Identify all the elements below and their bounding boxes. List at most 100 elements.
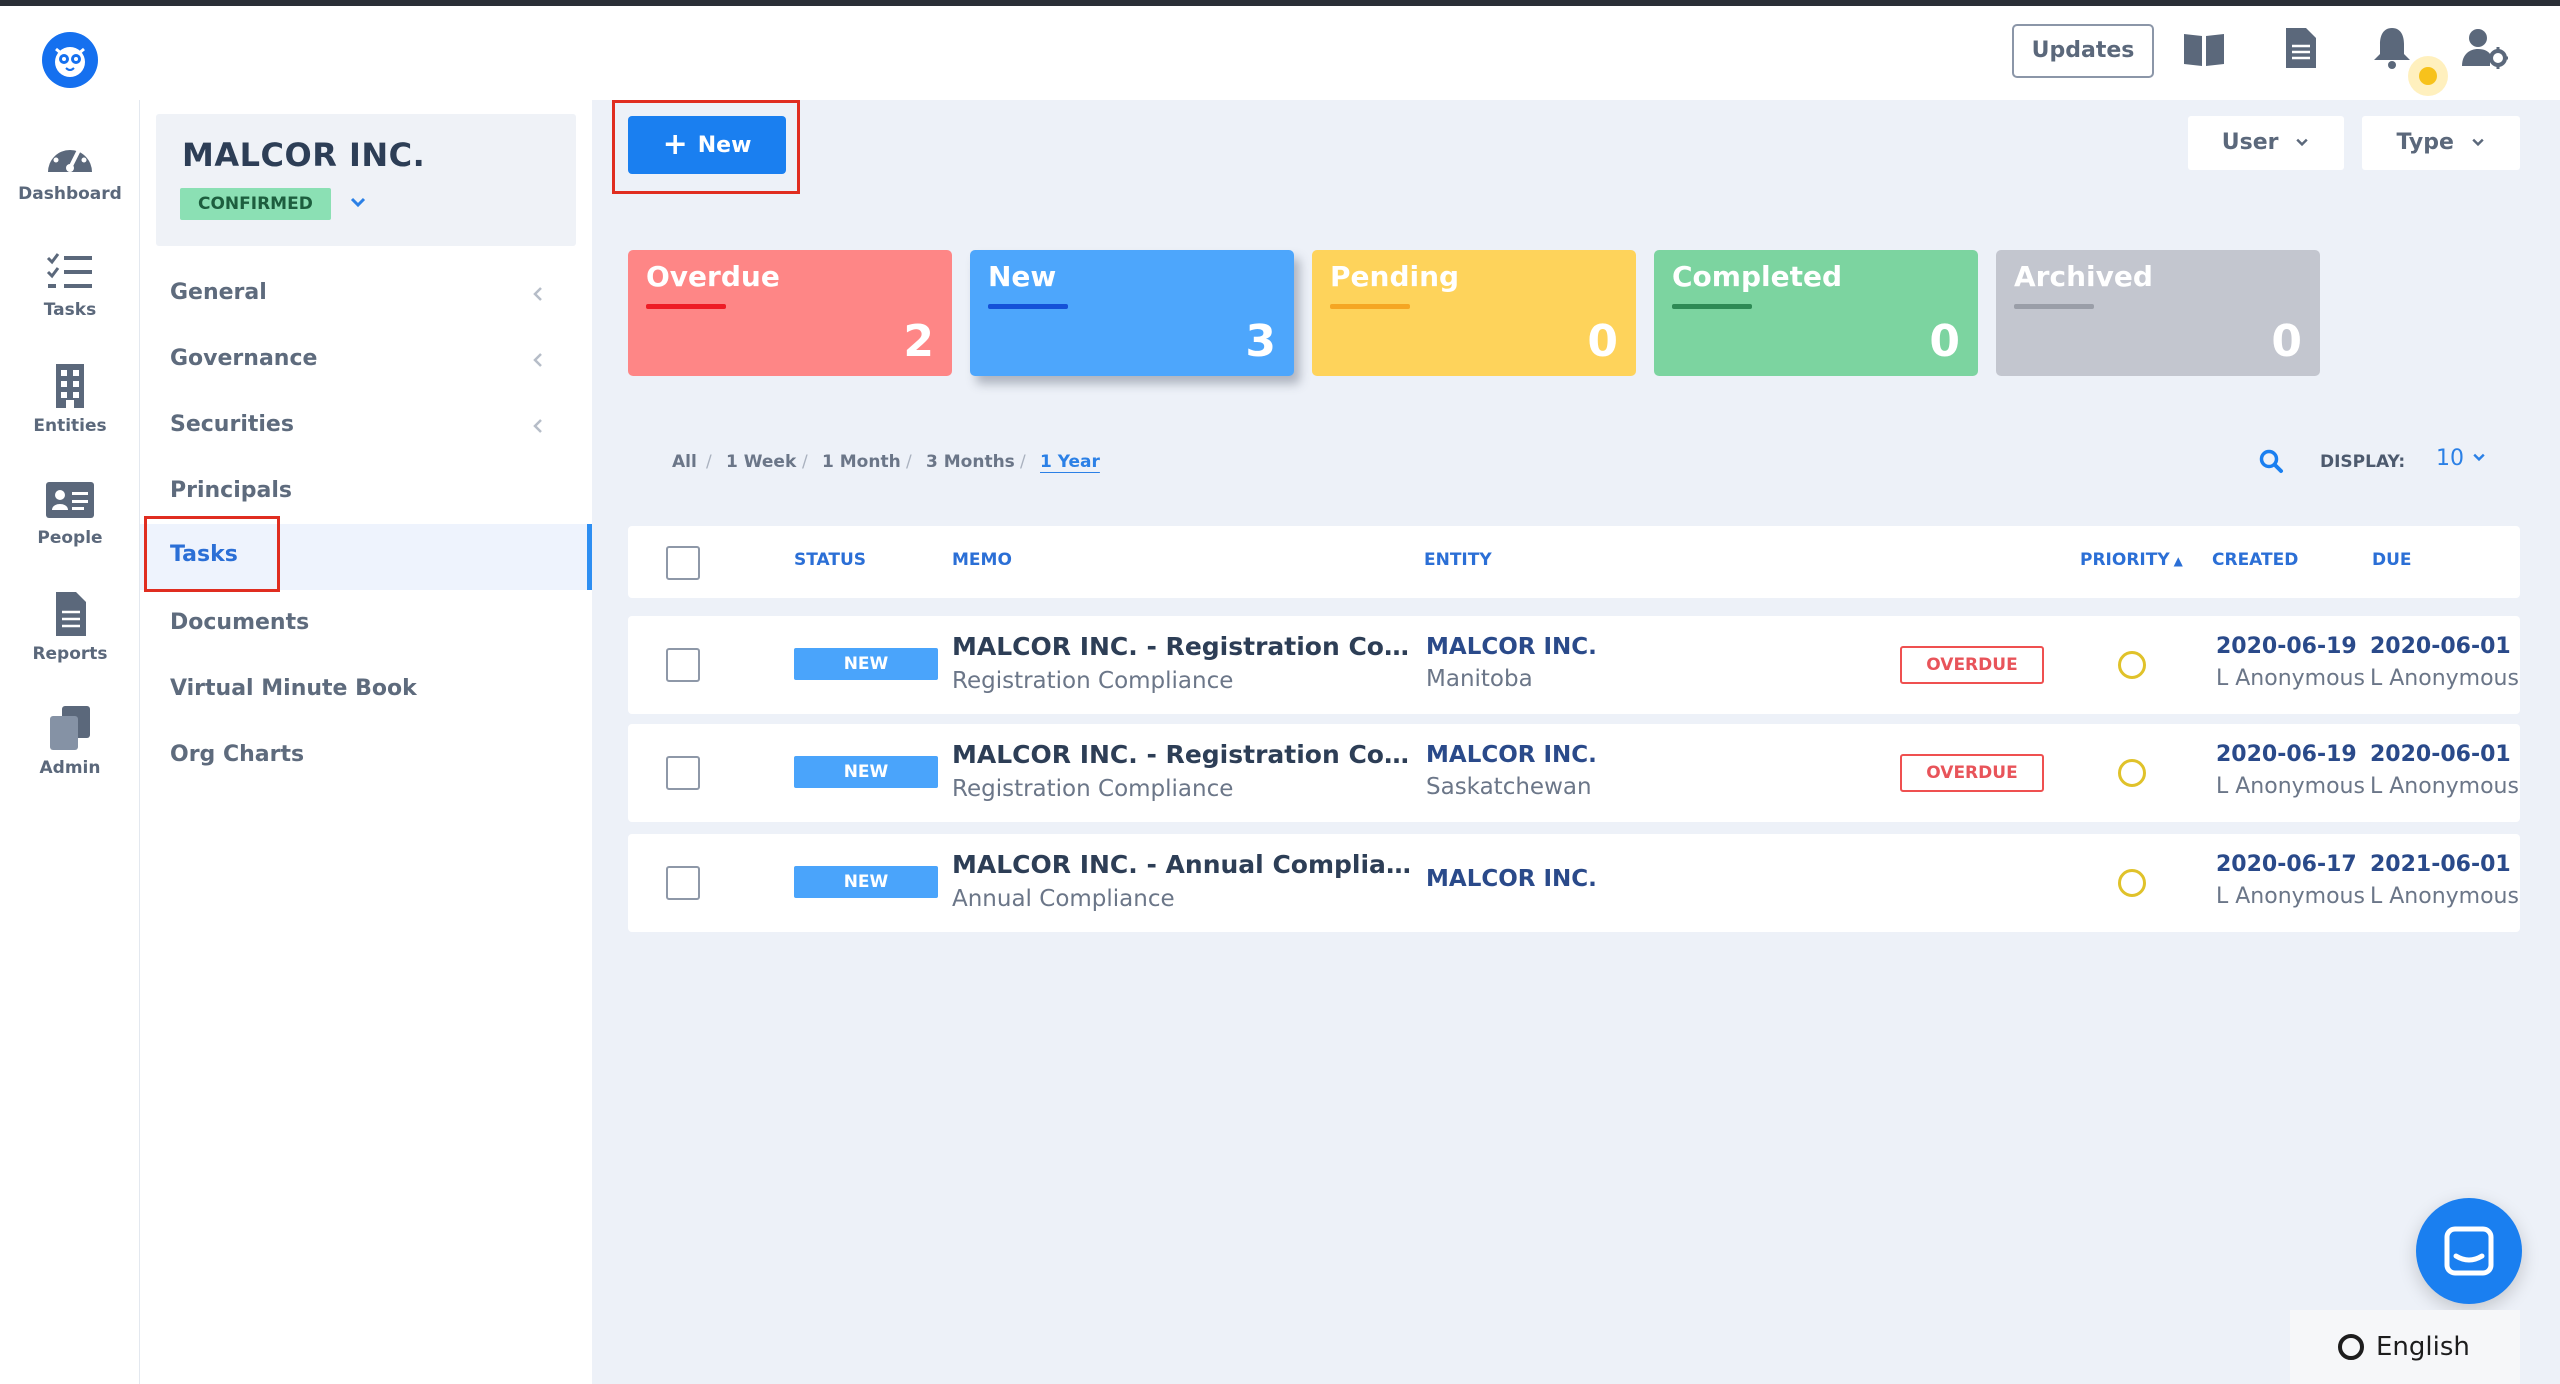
stat-count: 3 [1245, 316, 1276, 367]
due-by: L Anonymous [2370, 666, 2518, 691]
status-badge: NEW [794, 756, 938, 788]
column-priority[interactable]: PRIORITY ▲ [2080, 550, 2183, 570]
nav-entities[interactable]: Entities [0, 362, 140, 436]
nav-reports[interactable]: Reports [0, 590, 140, 664]
range-1-week[interactable]: 1 Week [726, 452, 796, 472]
new-task-button[interactable]: + New [628, 116, 786, 174]
new-button-label: New [697, 133, 752, 158]
table-row[interactable]: NEW MALCOR INC. - Annual Compliance Annu… [628, 834, 2520, 932]
created-by: L Anonymous [2216, 774, 2365, 799]
row-checkbox[interactable] [666, 756, 700, 790]
due-by: L Anonymous [2370, 884, 2518, 909]
status-badge[interactable]: CONFIRMED [180, 188, 331, 220]
priority-indicator[interactable] [2118, 869, 2146, 897]
column-due[interactable]: DUE [2372, 550, 2412, 570]
nav-entities-label: Entities [33, 416, 107, 436]
priority-indicator[interactable] [2118, 651, 2146, 679]
stat-count: 0 [1929, 316, 1960, 367]
range-all[interactable]: All [672, 452, 697, 472]
language-ring-icon [2338, 1334, 2364, 1360]
type-filter-dropdown[interactable]: Type [2362, 116, 2520, 170]
memo-title[interactable]: MALCOR INC. - Registration Compliance [952, 632, 1422, 661]
checklist-icon [46, 253, 92, 288]
updates-button[interactable]: Updates [2012, 24, 2154, 78]
user-filter-label: User [2221, 130, 2279, 155]
book-icon[interactable] [2180, 24, 2228, 72]
range-1-year[interactable]: 1 Year [1040, 452, 1100, 472]
stat-card-pending[interactable]: Pending 0 [1312, 250, 1636, 376]
entity-jurisdiction: Manitoba [1426, 666, 1533, 692]
document-icon[interactable] [2276, 24, 2324, 72]
subnav-item-org-charts[interactable]: Org Charts [140, 726, 592, 786]
chevron-left-icon [533, 419, 542, 433]
row-checkbox[interactable] [666, 648, 700, 682]
language-label: English [2376, 1332, 2470, 1362]
nav-people-label: People [37, 528, 103, 548]
range-3-months[interactable]: 3 Months [926, 452, 1015, 472]
due-date: 2020-06-01 [2370, 634, 2511, 659]
top-bar [0, 6, 2560, 100]
stat-underline [2014, 304, 2094, 309]
chevron-left-icon [533, 287, 542, 301]
search-icon[interactable] [2258, 448, 2284, 474]
nav-people[interactable]: People [0, 478, 140, 548]
display-count-value: 10 [2436, 446, 2464, 471]
stat-card-archived[interactable]: Archived 0 [1996, 250, 2320, 376]
stat-card-new[interactable]: New 3 [970, 250, 1294, 376]
entity-name[interactable]: MALCOR INC. [1426, 634, 1597, 660]
highlight-box-tasks [144, 516, 280, 592]
row-checkbox[interactable] [666, 866, 700, 900]
language-selector[interactable]: English [2290, 1310, 2520, 1384]
column-created[interactable]: CREATED [2212, 550, 2298, 570]
created-date: 2020-06-17 [2216, 852, 2357, 877]
owl-logo-icon[interactable] [42, 32, 98, 88]
nav-admin[interactable]: Admin [0, 704, 140, 778]
user-settings-icon[interactable] [2460, 24, 2508, 72]
nav-tasks[interactable]: Tasks [0, 250, 140, 320]
entity-name[interactable]: MALCOR INC. [1426, 866, 1597, 892]
table-header: STATUS MEMO ENTITY PRIORITY ▲ CREATED DUE [628, 526, 2520, 598]
stat-card-completed[interactable]: Completed 0 [1654, 250, 1978, 376]
subnav-item-label: Securities [170, 412, 294, 437]
subnav-item-securities[interactable]: Securities [140, 396, 592, 456]
chevron-down-icon[interactable] [348, 192, 368, 212]
subnav-item-virtual-minute-book[interactable]: Virtual Minute Book [140, 660, 592, 720]
select-all-checkbox[interactable] [666, 546, 700, 580]
nav-dashboard-label: Dashboard [18, 184, 122, 204]
subnav-item-general[interactable]: General [140, 264, 592, 324]
subnav-item-documents[interactable]: Documents [140, 594, 592, 654]
priority-indicator[interactable] [2118, 759, 2146, 787]
column-status[interactable]: STATUS [794, 550, 866, 570]
report-icon [56, 592, 86, 636]
created-date: 2020-06-19 [2216, 634, 2357, 659]
column-priority-label: PRIORITY [2080, 550, 2170, 570]
memo-title[interactable]: MALCOR INC. - Registration Compliance [952, 740, 1422, 769]
display-count-select[interactable]: 10 [2436, 446, 2487, 471]
range-1-month[interactable]: 1 Month [822, 452, 901, 472]
subnav-item-label: General [170, 280, 267, 305]
stat-underline [646, 304, 726, 309]
chat-launcher-button[interactable] [2416, 1198, 2522, 1304]
chevron-left-icon [533, 353, 542, 367]
plus-icon: + [662, 127, 688, 162]
company-name: MALCOR INC. [182, 136, 426, 174]
nav-dashboard[interactable]: Dashboard [0, 134, 140, 204]
created-date: 2020-06-19 [2216, 742, 2357, 767]
display-label: DISPLAY: [2320, 452, 2406, 472]
entity-jurisdiction: Saskatchewan [1426, 774, 1592, 800]
stat-card-overdue[interactable]: Overdue 2 [628, 250, 952, 376]
subnav-item-governance[interactable]: Governance [140, 330, 592, 390]
memo-title[interactable]: MALCOR INC. - Annual Compliance [952, 850, 1422, 879]
entity-name[interactable]: MALCOR INC. [1426, 742, 1597, 768]
subnav-item-label: Governance [170, 346, 318, 371]
overdue-badge: OVERDUE [1900, 646, 2044, 684]
subnav-item-principals[interactable]: Principals [140, 462, 592, 522]
table-row[interactable]: NEW MALCOR INC. - Registration Complianc… [628, 724, 2520, 822]
column-memo[interactable]: MEMO [952, 550, 1012, 570]
table-row[interactable]: NEW MALCOR INC. - Registration Complianc… [628, 616, 2520, 714]
chevron-down-icon [2473, 453, 2485, 462]
column-entity[interactable]: ENTITY [1424, 550, 1492, 570]
status-badge: NEW [794, 866, 938, 898]
user-filter-dropdown[interactable]: User [2188, 116, 2344, 170]
bell-icon[interactable] [2368, 24, 2416, 72]
